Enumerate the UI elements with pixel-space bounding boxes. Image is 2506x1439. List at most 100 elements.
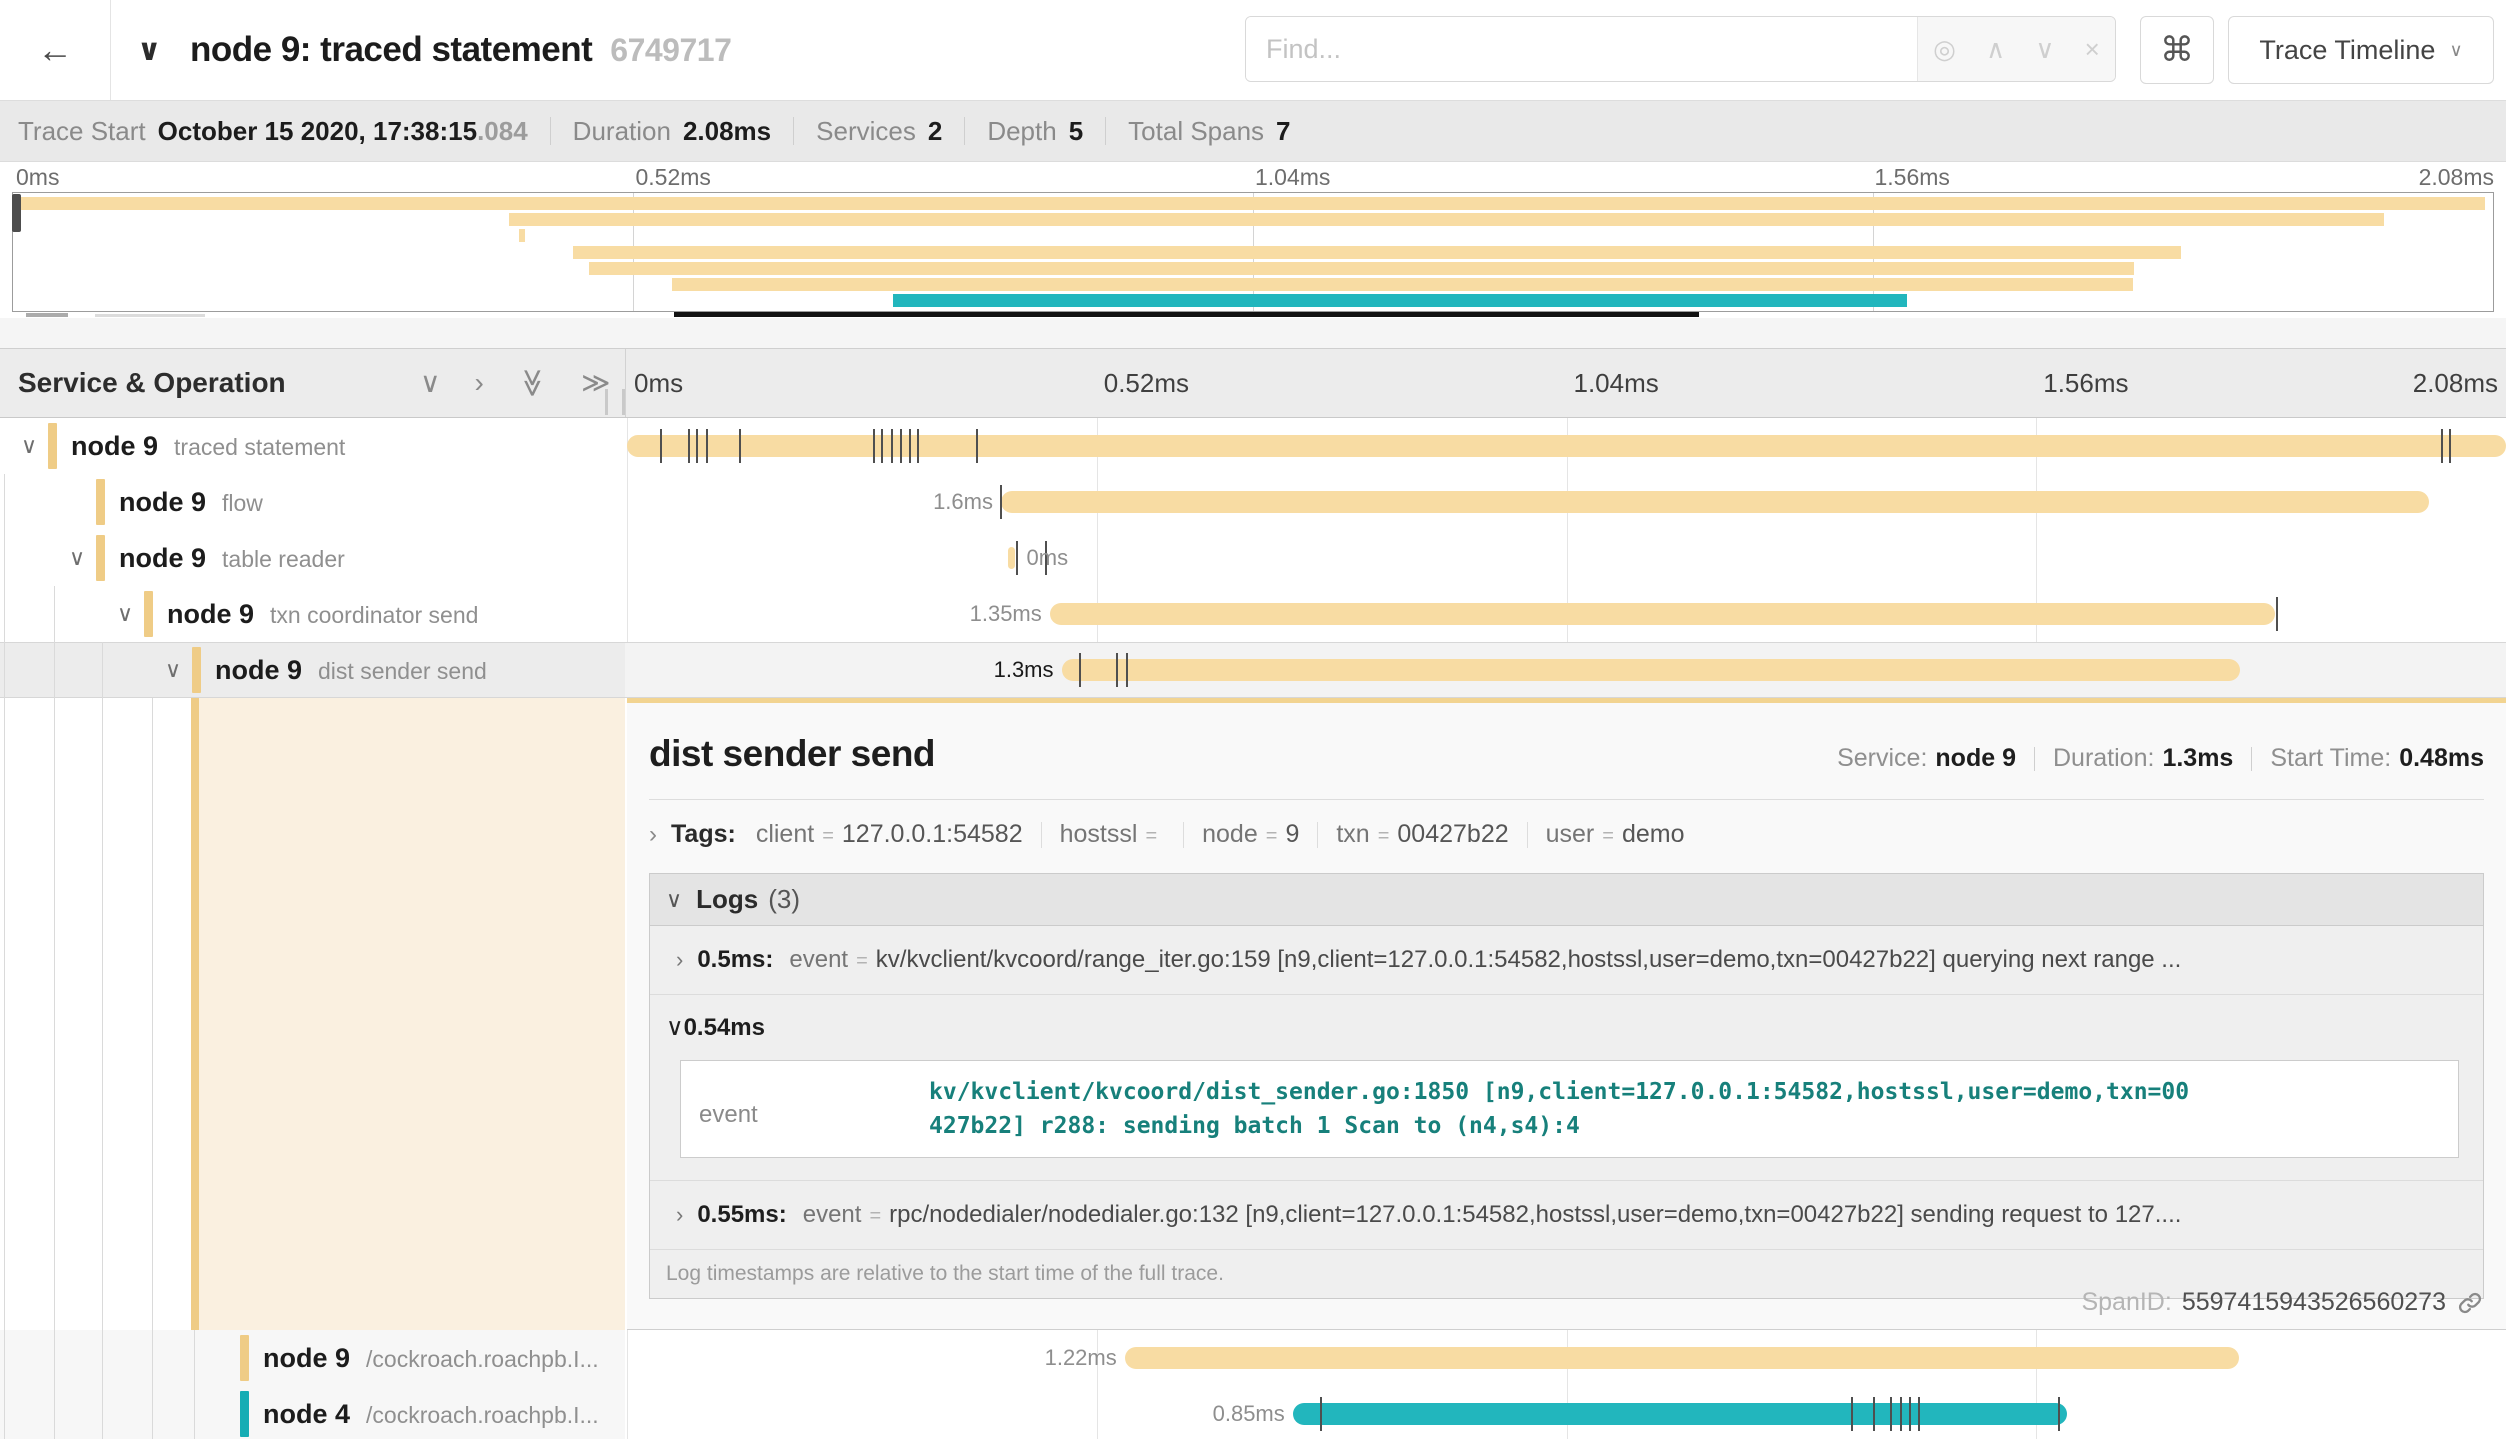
next-match-icon[interactable]: ∨ [2029,34,2060,65]
prev-match-icon[interactable]: ∧ [1980,34,2011,65]
span-operation-name: dist sender send [318,643,487,699]
span-service-name: node 9 [71,418,158,474]
span-row-name[interactable]: node 4/cockroach.roachpb.I... [0,1386,625,1439]
minimap-span-bar [672,278,2133,291]
tag-key: node [1202,820,1258,849]
logs-header[interactable]: ∨ Logs (3) [650,874,2483,926]
tag-key: txn [1336,820,1369,849]
minimap-span-bar [509,213,2384,226]
log-timestamp: 0.54ms [684,1014,765,1042]
log-marker-tick [1320,1397,1322,1431]
span-duration-label: 0.85ms [1065,1386,1285,1439]
trace-summary-bar: Trace StartOctober 15 2020, 17:38:15.084… [0,100,2506,162]
collapse-one-icon[interactable]: ∨ [420,369,441,397]
chevron-down-icon[interactable]: ∨ [21,418,37,474]
log-marker-tick [900,429,902,463]
find-input[interactable] [1246,17,1917,81]
span-color-bar [240,1335,249,1381]
span-detail-meta: Service:node 9Duration:1.3msStart Time:0… [1837,744,2484,773]
span-row-name[interactable]: ∨node 9table reader [0,530,625,586]
trace-stat-label: Duration [573,116,671,147]
chevron-down-icon[interactable]: ∨ [69,530,85,586]
minimap-scrubber-handle[interactable] [12,194,21,232]
span-duration-bar[interactable] [1062,659,2240,681]
trace-stat-suffix: .084 [477,116,528,147]
tag-item[interactable]: user=demo [1546,820,1685,849]
minimap[interactable] [12,192,2494,312]
log-entry[interactable]: › 0.5ms: event = kv/kvclient/kvcoord/ran… [650,926,2483,994]
equals-sign: = [1602,825,1614,848]
span-duration-bar[interactable] [1293,1403,2067,1425]
logs-title: Logs [696,884,758,915]
log-entry[interactable]: › 0.55ms: event = rpc/nodedialer/nodedia… [650,1181,2483,1249]
equals-sign: = [1378,825,1390,848]
log-marker-tick [1900,1397,1902,1431]
equals-sign: = [869,1205,881,1228]
column-resize-handle[interactable] [605,389,625,415]
span-row-name[interactable]: node 9flow [0,474,625,530]
find-controls: ◎ ∧ ∨ × [1917,17,2115,81]
top-header: ← ∨ node 9: traced statement 6749717 ◎ ∧… [0,0,2506,100]
back-button[interactable]: ← [0,0,111,100]
equals-sign: = [822,825,834,848]
keyboard-shortcuts-button[interactable]: ⌘ [2140,16,2214,84]
tag-item[interactable]: hostssl= [1060,820,1166,849]
span-row-label: node 9txn coordinator send [167,586,478,642]
span-row-name[interactable]: ∨node 9traced statement [0,418,625,474]
log-marker-tick [660,429,662,463]
span-color-bar [96,535,105,581]
detail-meta-label: Service: [1837,744,1927,773]
chevron-down-icon[interactable]: ∨ [117,586,133,642]
log-marker-tick [873,429,875,463]
span-duration-bar[interactable] [1050,603,2275,625]
minimap-scroll-fragment [26,313,68,317]
span-row-label: node 4/cockroach.roachpb.I... [263,1386,599,1439]
tag-item[interactable]: txn=00427b22 [1336,820,1508,849]
detail-meta-item: Start Time:0.48ms [2270,744,2484,773]
span-duration-label: 1.22ms [897,1330,1117,1386]
log-marker-tick [696,429,698,463]
selected-span-indent-block [191,698,625,1330]
span-id-value: 5597415943526560273 [2182,1288,2446,1317]
span-duration-bar[interactable] [1001,491,2429,513]
clear-search-icon[interactable]: × [2079,34,2106,65]
log-marker-tick [688,429,690,463]
log-marker-tick [2058,1397,2060,1431]
log-marker-tick [909,429,911,463]
log-marker-tick [1909,1397,1911,1431]
log-marker-tick [881,429,883,463]
span-id-label: SpanID: [2081,1288,2171,1317]
chevron-down-icon: ∨ [137,33,161,68]
log-entry-expanded-header[interactable]: ∨ 0.54ms [650,995,2483,1050]
locate-icon[interactable]: ◎ [1927,34,1962,65]
trace-view-selector[interactable]: Trace Timeline ∨ [2228,16,2494,84]
span-row-name[interactable]: ∨ node 9txn coordinator send [0,586,625,642]
tree-controls: ∨ › ≫ ≫ [420,349,610,417]
tag-key: hostssl [1060,820,1138,849]
span-duration-bar[interactable] [1125,1347,2239,1369]
log-key: event [789,946,848,974]
span-duration-bar[interactable] [1008,547,1015,569]
collapse-all-icon[interactable]: ≫ [518,368,546,397]
trace-stat-value: October 15 2020, 17:38:15 [158,116,477,147]
chevron-down-icon[interactable]: ∨ [165,642,181,698]
span-row-name[interactable]: node 9/cockroach.roachpb.I... [0,1330,625,1386]
tag-item[interactable]: client=127.0.0.1:54582 [756,820,1023,849]
minimap-viewport-line[interactable] [674,312,1699,317]
trace-id: 6749717 [610,32,731,69]
span-row-name[interactable]: ∨node 9dist sender send [0,642,625,698]
tag-item[interactable]: node=9 [1202,820,1299,849]
link-icon[interactable] [2456,1289,2484,1317]
log-marker-tick [2441,429,2443,463]
column-divider [625,349,626,417]
span-color-bar [96,479,105,525]
timeline-tick-label: 1.04ms [1574,349,1659,417]
trace-collapse-toggle[interactable]: ∨ [137,0,161,100]
timeline-tick-label: 0ms [634,349,683,417]
tags-row[interactable]: › Tags: client=127.0.0.1:54582hostssl=no… [649,820,2484,849]
expand-one-icon[interactable]: › [475,369,484,397]
log-marker-tick [976,429,978,463]
log-timestamp: 0.55ms: [697,1201,786,1229]
log-kv-table: event kv/kvclient/kvcoord/dist_sender.go… [680,1060,2459,1158]
divider [964,117,965,145]
